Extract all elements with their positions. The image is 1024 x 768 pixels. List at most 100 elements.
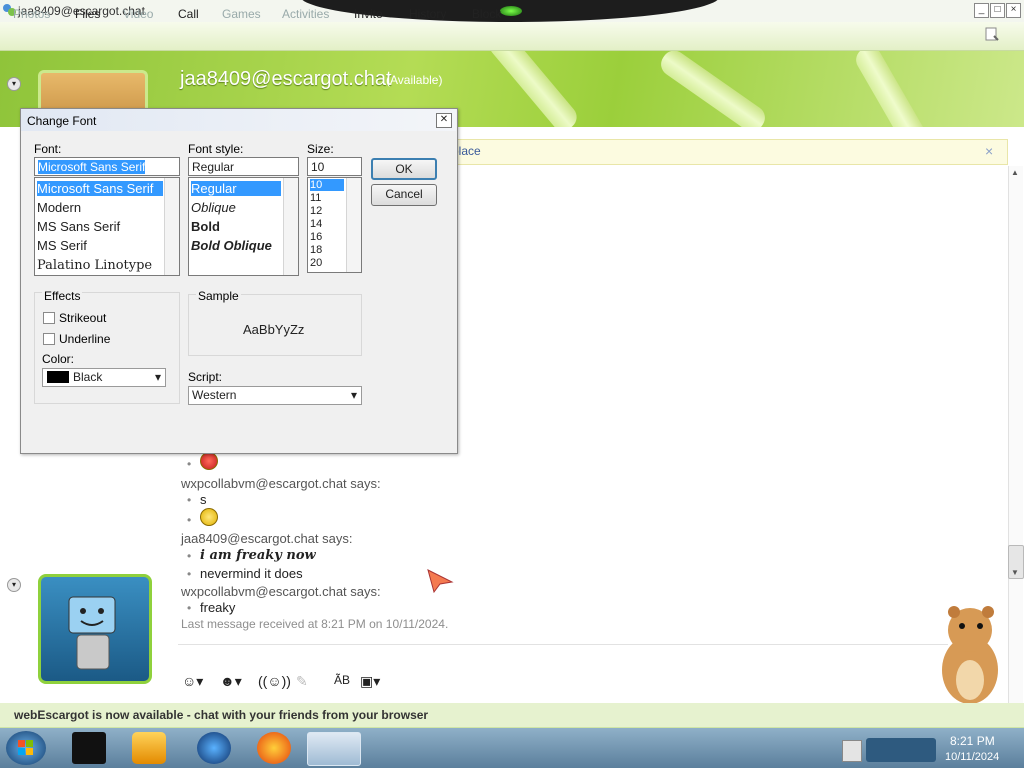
script-select[interactable]: Western ▾ [188,386,362,405]
underline-checkbox[interactable] [43,333,55,345]
color-label: Color: [42,352,75,366]
bullet: • [187,513,192,527]
message-text: nevermind it does [200,566,303,581]
sample-text: AaBbYyZz [243,322,305,337]
conversation-scrollbar[interactable] [1008,166,1023,726]
my-display-picture[interactable] [38,574,152,684]
size-label: Size: [307,142,334,156]
dialog-title: Change Font [27,114,97,128]
options-menu-icon[interactable] [984,26,1000,42]
clock-time[interactable]: 8:21 PM [950,734,995,748]
sample-label: Sample [196,289,241,303]
font-style-field[interactable]: Regular [188,157,299,176]
hamster-mascot-icon [942,606,998,704]
color-value: Black [73,370,103,384]
dialog-close-button[interactable]: ✕ [436,113,452,128]
web-browser-globe-icon[interactable] [197,732,231,764]
contact-status: (Available) [386,73,443,87]
collapse-my-pic-icon[interactable]: ▾ [7,578,21,592]
style-list-item[interactable]: Regular [191,181,281,196]
size-field[interactable]: 10 [307,157,362,176]
minimize-button[interactable]: _ [974,3,989,18]
contact-name: jaa8409@escargot.chat [180,68,392,90]
firefox-icon[interactable] [257,732,291,764]
size-list-item[interactable]: 18 [310,244,322,256]
show-hidden-icons-icon[interactable] [842,740,862,762]
start-button[interactable] [6,731,46,765]
maximize-button[interactable]: □ [990,3,1005,18]
menu-activities[interactable]: Activities [282,7,329,21]
strikeout-checkbox[interactable] [43,312,55,324]
terminal-icon[interactable] [72,732,106,764]
bullet: • [187,549,192,563]
font-list-item[interactable]: MS Serif [37,238,87,253]
sad-emoticon-icon [200,508,218,526]
script-value: Western [192,388,237,402]
size-list-item[interactable]: 20 [310,257,322,269]
mouse-cursor-icon [427,569,454,594]
message-sender: jaa8409@escargot.chat says: [181,531,353,546]
bullet: • [187,457,192,471]
font-list-item[interactable]: Microsoft Sans Serif [37,181,163,196]
nudge-icon[interactable]: ((☺)) [258,673,291,689]
scroll-up-icon[interactable]: ▲ [1008,166,1022,180]
message-text: s [200,492,207,507]
menu-games[interactable]: Games [222,7,261,21]
font-list-item[interactable]: MS Sans Serif [37,219,120,234]
font-list[interactable]: Microsoft Sans Serif Modern MS Sans Seri… [34,177,180,276]
size-list-item[interactable]: 12 [310,205,322,217]
menu-bar [0,22,1024,51]
menu-video[interactable]: Video [123,7,153,21]
size-list[interactable]: 10 11 12 14 16 18 20 [307,177,362,273]
emoticon-picker-icon[interactable]: ☺▾ [182,673,203,690]
clock-date[interactable]: 10/11/2024 [945,751,999,763]
close-window-button[interactable]: × [1006,3,1021,18]
chevron-down-icon: ▾ [154,370,161,384]
underline-label: Underline [59,332,111,346]
cancel-button[interactable]: Cancel [371,184,437,206]
font-label: Font: [34,142,62,156]
media-player-icon[interactable] [132,732,166,764]
color-select[interactable]: Black ▾ [42,368,166,387]
style-list-scrollbar[interactable] [283,178,298,275]
font-style-list[interactable]: Regular Oblique Bold Bold Oblique [188,177,299,276]
effects-label: Effects [42,289,83,303]
size-list-scrollbar[interactable] [346,178,361,272]
system-tray-icons[interactable] [866,738,936,762]
menu-call[interactable]: Call [178,7,199,21]
font-list-item[interactable]: Modern [37,200,81,215]
status-bar-text[interactable]: webEscargot is now available - chat with… [14,708,428,722]
input-toolbar [178,668,948,696]
style-list-item[interactable]: Bold [191,219,220,234]
message-input[interactable] [178,644,948,667]
font-list-scrollbar[interactable] [164,178,179,275]
change-font-icon[interactable]: ÃB [334,673,350,687]
size-list-item[interactable]: 11 [310,192,321,204]
size-list-item[interactable]: 16 [310,231,322,243]
message-sender: wxpcollabvm@escargot.chat says: [181,584,381,599]
ok-button[interactable]: OK [371,158,437,180]
font-list-item[interactable]: Palatino Linotype [37,258,152,273]
menu-invite[interactable]: Invite [354,7,383,21]
background-picker-icon[interactable]: ▣▾ [360,673,380,690]
menu-history[interactable]: History [409,7,446,21]
style-list-item[interactable]: Oblique [191,200,236,215]
voice-clip-icon[interactable]: ✎ [296,673,308,690]
notification-close-button[interactable]: × [985,143,993,159]
style-list-item[interactable]: Bold Oblique [191,238,272,253]
script-label: Script: [188,370,223,384]
size-list-item[interactable]: 14 [310,218,322,230]
messenger-icon[interactable] [307,732,361,766]
scroll-down-icon[interactable]: ▼ [1008,566,1022,580]
bullet: • [187,493,192,507]
message-text: freaky [200,600,236,615]
size-list-item[interactable]: 10 [310,179,344,191]
menu-files[interactable]: Files [75,7,100,21]
collapse-contact-pic-icon[interactable]: ▾ [7,77,21,91]
font-name-field[interactable]: Microsoft Sans Serif [34,157,180,176]
wink-picker-icon[interactable]: ☻▾ [220,673,242,690]
menu-photos[interactable]: Photos [13,7,50,21]
chevron-down-icon: ▾ [350,388,357,402]
last-received-timestamp: Last message received at 8:21 PM on 10/1… [181,617,449,631]
menu-block[interactable]: Block [472,7,501,21]
